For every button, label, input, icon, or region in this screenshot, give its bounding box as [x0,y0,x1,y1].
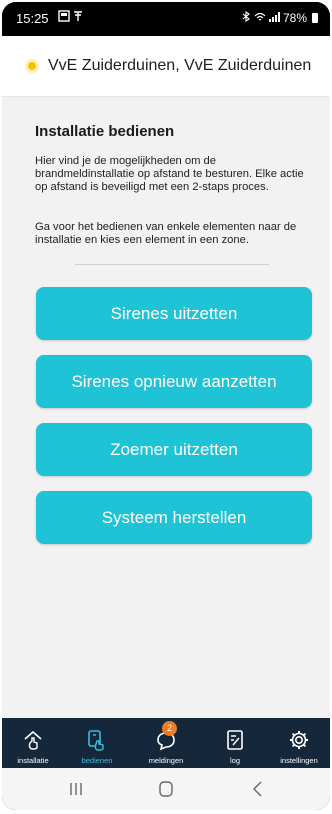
notification-icons [58,10,84,25]
nav-item-instellingen[interactable]: instellingen [268,718,330,768]
nav-label: log [229,756,240,765]
signal-icon [268,11,280,25]
home-button[interactable] [146,777,186,801]
home-touch-icon [21,728,45,752]
nav-label: installatie [17,756,49,765]
gear-icon [287,728,311,752]
sun-icon [28,62,36,70]
bottom-navigation: installatie bedienen 2 meldingen log ins… [2,718,330,768]
notification-badge: 2 [162,721,177,736]
buzzer-off-button[interactable]: Zoemer uitzetten [36,423,312,476]
bluetooth-icon [242,10,251,25]
wifi-icon [254,11,266,25]
page-title: Installatie bedienen [35,123,175,140]
main-content: Installatie bedienen Hier vind je de mog… [2,97,330,718]
recent-apps-button[interactable] [56,777,96,801]
intro-text: Hier vind je de mogelijkheden om de bran… [35,155,304,193]
sirens-on-button[interactable]: Sirenes opnieuw aanzetten [36,355,312,408]
nav-item-installatie[interactable]: installatie [2,718,64,768]
nav-label: instellingen [280,756,318,765]
nav-item-log[interactable]: log [204,718,266,768]
back-button[interactable] [238,777,278,801]
sirens-off-button[interactable]: Sirenes uitzetten [36,287,312,340]
remote-touch-icon [85,728,109,752]
status-indicators: 78% [242,10,318,25]
instruction-text: Ga voor het bedienen van enkele elemente… [35,221,297,246]
status-bar: 15:25 78% [2,2,330,36]
nav-item-bedienen[interactable]: bedienen [66,718,128,768]
battery-level: 78% [282,11,307,25]
site-title[interactable]: VvE Zuiderduinen, VvE Zuiderduinen [48,57,311,75]
phone-frame: 15:25 78% VvE Zuiderduinen, VvE Zuiderdu… [2,2,330,810]
app-header: VvE Zuiderduinen, VvE Zuiderduinen [2,36,330,97]
nav-label: bedienen [81,756,113,765]
system-navigation-bar [2,768,330,810]
divider [75,264,269,265]
nav-label: meldingen [148,756,184,765]
status-time: 15:25 [16,11,49,26]
log-edit-icon [223,728,247,752]
system-reset-button[interactable]: Systeem herstellen [36,491,312,544]
battery-icon [312,13,318,23]
nav-item-meldingen[interactable]: 2 meldingen [135,718,197,768]
